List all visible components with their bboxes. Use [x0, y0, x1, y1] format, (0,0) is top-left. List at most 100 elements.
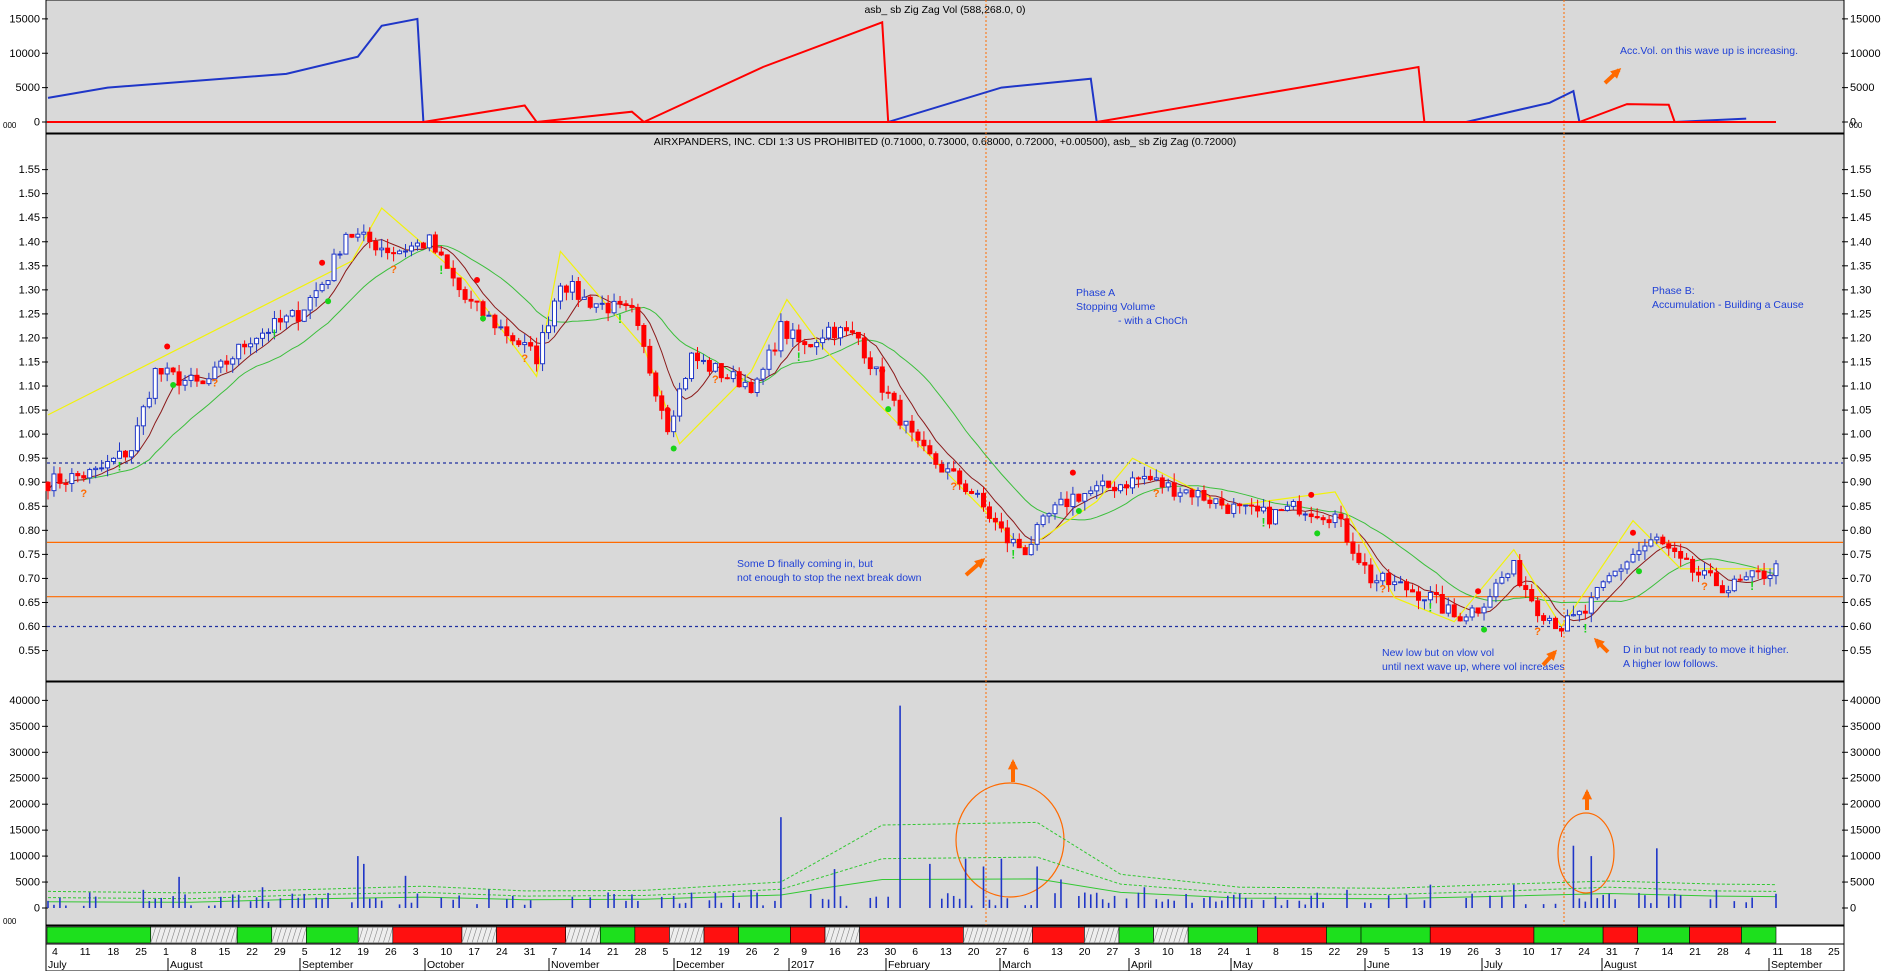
- marker-question: ?: [521, 353, 528, 365]
- candle-down: [122, 450, 128, 458]
- candle-up: [331, 253, 337, 282]
- volume-tick-right-5: 15000: [1850, 825, 1881, 837]
- candle-down: [802, 341, 808, 346]
- candle-up: [313, 290, 319, 298]
- price-tick-right-1: 1.50: [1850, 188, 1871, 200]
- x-day-label: 18: [1190, 946, 1202, 958]
- marker-red-dot: [879, 367, 886, 374]
- annotation-phase-b-2: Accumulation - Building a Cause: [1652, 299, 1804, 311]
- candle-down: [986, 506, 992, 519]
- candle-up: [1547, 617, 1553, 621]
- signal-segment-x: [150, 926, 238, 944]
- x-day-label: 3: [1134, 946, 1140, 958]
- candle-down: [349, 233, 355, 238]
- x-month-label: August: [170, 959, 203, 971]
- x-day-label: 13: [1051, 946, 1063, 958]
- annotation-new-low-2: until next wave up, where vol increases: [1382, 661, 1565, 673]
- candle-down: [998, 521, 1004, 529]
- marker-green-dot: [885, 406, 892, 413]
- candle-down: [158, 368, 164, 375]
- x-day-label: 25: [1828, 946, 1840, 958]
- candle-down: [635, 306, 641, 326]
- candle-up: [1487, 596, 1493, 608]
- candle-up: [319, 283, 325, 292]
- candle-down: [242, 343, 248, 348]
- candle-up: [1511, 559, 1517, 575]
- marker-red-dot: [474, 277, 481, 284]
- volume-tick-right-4: 20000: [1850, 799, 1881, 811]
- chart-canvas: asb_ sb Zig Zag Vol (588,268.0, 0) AIRXP…: [3, 0, 1881, 971]
- candle-down: [1558, 628, 1564, 632]
- candle-up: [1564, 615, 1570, 632]
- signal-segment-g: [599, 926, 636, 944]
- candle-down: [1410, 589, 1416, 593]
- candle-down: [927, 445, 933, 455]
- candle-down: [969, 491, 975, 494]
- signal-segment-g: [306, 926, 359, 944]
- volume-tick-left-4: 20000: [9, 799, 40, 811]
- marker-red-dot: [1475, 588, 1482, 595]
- annotation-phase-a-3: - with a ChoCh: [1118, 315, 1188, 327]
- signal-segment-g: [46, 926, 152, 944]
- x-day-label: 13: [1412, 946, 1424, 958]
- signal-segment-r: [703, 926, 739, 944]
- candle-down: [1296, 501, 1302, 515]
- price-tick-right-8: 1.15: [1850, 357, 1871, 369]
- candle-up: [730, 371, 736, 380]
- price-tick-left-4: 1.35: [19, 260, 40, 272]
- candle-up: [522, 342, 528, 346]
- x-month-label: July: [1484, 959, 1503, 971]
- candle-down: [957, 470, 963, 485]
- x-day-label: 29: [274, 946, 286, 958]
- price-panel-title: AIRXPANDERS, INC. CDI 1:3 US PROHIBITED …: [654, 136, 1237, 148]
- marker-green-dot: [170, 381, 177, 388]
- x-day-label: 5: [663, 946, 669, 958]
- candle-down: [1719, 585, 1725, 594]
- x-day-label: 3: [413, 946, 419, 958]
- x-month-label: August: [1604, 959, 1637, 971]
- candle-up: [754, 378, 760, 393]
- x-day-label: 16: [829, 946, 841, 958]
- candle-up: [581, 296, 587, 300]
- candle-up: [164, 367, 170, 375]
- price-tick-right-19: 0.60: [1850, 621, 1871, 633]
- candle-down: [939, 463, 945, 473]
- price-tick-right-14: 0.85: [1850, 501, 1871, 513]
- x-day-label: 26: [1467, 946, 1479, 958]
- x-day-label: 7: [1634, 946, 1640, 958]
- candle-up: [1576, 610, 1582, 616]
- marker-question: ?: [80, 488, 87, 500]
- candle-up: [1088, 490, 1094, 495]
- marker-exclaim: !: [1583, 621, 1587, 635]
- signal-segment-g: [1326, 926, 1362, 944]
- candle-down: [176, 371, 182, 386]
- signal-segment-r: [1429, 926, 1535, 944]
- x-day-label: 20: [968, 946, 980, 958]
- candle-down: [1219, 498, 1225, 506]
- price-tick-left-3: 1.40: [19, 236, 40, 248]
- candle-up: [1141, 475, 1147, 480]
- price-tick-right-0: 1.55: [1850, 164, 1871, 176]
- candle-up: [1028, 543, 1034, 556]
- price-tick-right-12: 0.95: [1850, 453, 1871, 465]
- candle-down: [659, 395, 665, 411]
- price-tick-right-3: 1.40: [1850, 236, 1871, 248]
- candle-down: [1696, 571, 1702, 576]
- price-tick-left-11: 1.00: [19, 429, 40, 441]
- volume-tick-right-8: 0: [1850, 903, 1856, 915]
- price-panel: [45, 133, 1845, 682]
- x-month-label: December: [676, 959, 725, 971]
- candle-up: [403, 250, 409, 253]
- candle-up: [837, 327, 843, 339]
- marker-green-dot: [1481, 626, 1488, 633]
- x-day-label: 20: [1079, 946, 1091, 958]
- candle-up: [546, 325, 552, 334]
- candle-down: [933, 453, 939, 465]
- candle-up: [1195, 490, 1201, 498]
- candle-up: [1040, 515, 1046, 526]
- x-day-label: 28: [1717, 946, 1729, 958]
- x-day-label: 30: [885, 946, 897, 958]
- candle-down: [1553, 617, 1559, 630]
- candle-up: [140, 406, 146, 427]
- candle-up: [712, 363, 718, 372]
